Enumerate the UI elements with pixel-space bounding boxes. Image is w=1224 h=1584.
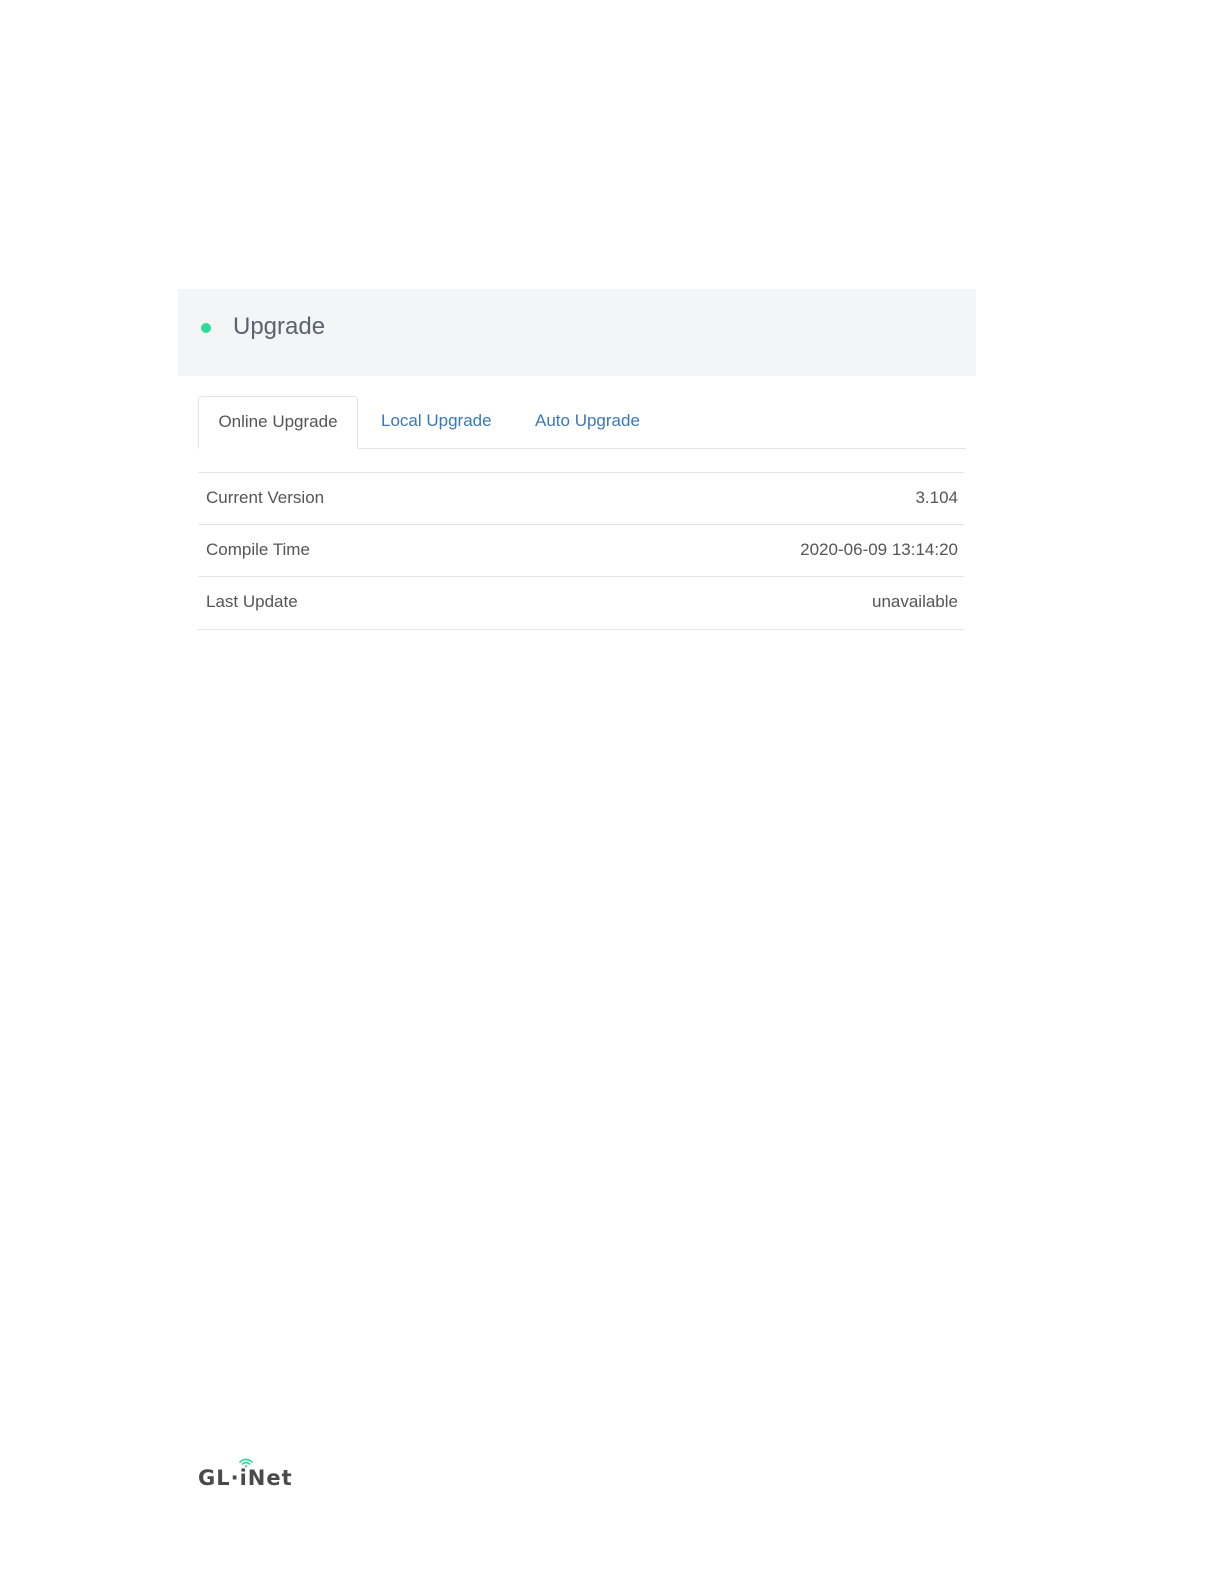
last-update-label: Last Update <box>206 592 298 611</box>
logo-text: GL·iNet <box>198 1466 293 1490</box>
last-update-value: unavailable <box>871 592 958 611</box>
current-version-label: Current Version <box>206 488 325 507</box>
page-title: Upgrade <box>233 313 326 340</box>
current-version-value: 3.104 <box>915 488 958 507</box>
upgrade-tabs: Online Upgrade Local Upgrade Auto Upgrad… <box>198 396 966 449</box>
tab-online-upgrade[interactable]: Online Upgrade <box>198 396 358 449</box>
status-dot <box>201 323 211 333</box>
compile-time-value: 2020-06-09 13:14:20 <box>800 540 958 559</box>
tab-auto-upgrade[interactable]: Auto Upgrade <box>535 396 640 448</box>
table-row: Current Version 3.104 <box>198 473 964 525</box>
compile-time-label: Compile Time <box>206 540 310 559</box>
table-row: Compile Time 2020-06-09 13:14:20 <box>198 525 964 577</box>
table-row: Last Update unavailable <box>198 577 964 630</box>
glinet-logo: GL·iNet <box>198 1458 298 1496</box>
tab-local-upgrade[interactable]: Local Upgrade <box>381 396 492 448</box>
version-info-table: Current Version 3.104 Compile Time 2020-… <box>198 472 964 630</box>
